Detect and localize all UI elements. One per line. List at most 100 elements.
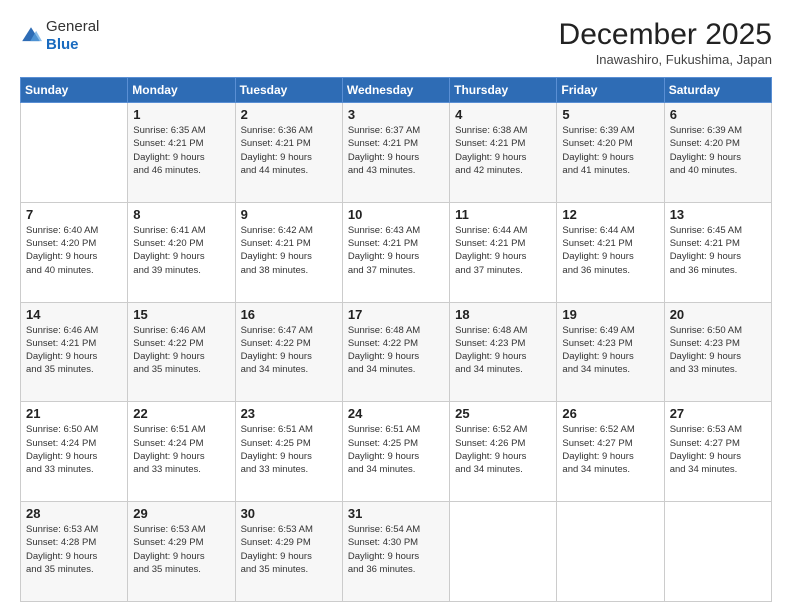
- logo-blue-text: Blue: [46, 36, 79, 53]
- calendar-cell: 7 Sunrise: 6:40 AMSunset: 4:20 PMDaylight…: [21, 202, 128, 302]
- subtitle: Inawashiro, Fukushima, Japan: [559, 52, 772, 67]
- calendar-cell: 16Sunrise: 6:47 AMSunset: 4:22 PMDayligh…: [235, 302, 342, 402]
- calendar-cell: [21, 103, 128, 203]
- calendar-cell: [557, 502, 664, 602]
- logo-general-text: General: [46, 18, 99, 35]
- day-number: 5: [562, 107, 658, 122]
- day-info: Sunrise: 6:38 AMSunset: 4:21 PMDaylight:…: [455, 124, 551, 177]
- day-info: Sunrise: 6:44 AMSunset: 4:21 PMDaylight:…: [562, 224, 658, 277]
- day-number: 12: [562, 207, 658, 222]
- day-info: Sunrise: 6:35 AMSunset: 4:21 PMDaylight:…: [133, 124, 229, 177]
- day-number: 29: [133, 506, 229, 521]
- calendar-cell: 9 Sunrise: 6:42 AMSunset: 4:21 PMDaylight…: [235, 202, 342, 302]
- day-number: 14: [26, 307, 122, 322]
- day-info: Sunrise: 6:37 AMSunset: 4:21 PMDaylight:…: [348, 124, 444, 177]
- calendar-cell: [450, 502, 557, 602]
- day-info: Sunrise: 6:47 AMSunset: 4:22 PMDaylight:…: [241, 324, 337, 377]
- calendar-table: SundayMondayTuesdayWednesdayThursdayFrid…: [20, 77, 772, 602]
- day-number: 17: [348, 307, 444, 322]
- week-row-2: 14 Sunrise: 6:46 AMSunset: 4:21 PMDayligh…: [21, 302, 772, 402]
- calendar-cell: 29Sunrise: 6:53 AMSunset: 4:29 PMDayligh…: [128, 502, 235, 602]
- weekday-header-wednesday: Wednesday: [342, 78, 449, 103]
- day-info: Sunrise: 6:45 AMSunset: 4:21 PMDaylight:…: [670, 224, 766, 277]
- calendar-cell: 30Sunrise: 6:53 AMSunset: 4:29 PMDayligh…: [235, 502, 342, 602]
- calendar-cell: 10 Sunrise: 6:43 AMSunset: 4:21 PMDayligh…: [342, 202, 449, 302]
- day-number: 19: [562, 307, 658, 322]
- day-info: Sunrise: 6:53 AMSunset: 4:29 PMDaylight:…: [241, 523, 337, 576]
- day-info: Sunrise: 6:51 AMSunset: 4:25 PMDaylight:…: [348, 423, 444, 476]
- calendar-cell: 19Sunrise: 6:49 AMSunset: 4:23 PMDayligh…: [557, 302, 664, 402]
- logo: General Blue: [20, 18, 99, 54]
- weekday-header-tuesday: Tuesday: [235, 78, 342, 103]
- day-info: Sunrise: 6:50 AMSunset: 4:23 PMDaylight:…: [670, 324, 766, 377]
- calendar-cell: 25 Sunrise: 6:52 AMSunset: 4:26 PMDayligh…: [450, 402, 557, 502]
- day-info: Sunrise: 6:53 AMSunset: 4:28 PMDaylight:…: [26, 523, 122, 576]
- day-number: 4: [455, 107, 551, 122]
- day-info: Sunrise: 6:50 AMSunset: 4:24 PMDaylight:…: [26, 423, 122, 476]
- day-info: Sunrise: 6:54 AMSunset: 4:30 PMDaylight:…: [348, 523, 444, 576]
- day-number: 9: [241, 207, 337, 222]
- calendar-cell: 23Sunrise: 6:51 AMSunset: 4:25 PMDayligh…: [235, 402, 342, 502]
- day-number: 21: [26, 406, 122, 421]
- calendar-cell: 3 Sunrise: 6:37 AMSunset: 4:21 PMDaylight…: [342, 103, 449, 203]
- day-info: Sunrise: 6:42 AMSunset: 4:21 PMDaylight:…: [241, 224, 337, 277]
- calendar-cell: 4 Sunrise: 6:38 AMSunset: 4:21 PMDaylight…: [450, 103, 557, 203]
- calendar-cell: 15Sunrise: 6:46 AMSunset: 4:22 PMDayligh…: [128, 302, 235, 402]
- day-info: Sunrise: 6:53 AMSunset: 4:27 PMDaylight:…: [670, 423, 766, 476]
- day-number: 13: [670, 207, 766, 222]
- calendar-cell: 28Sunrise: 6:53 AMSunset: 4:28 PMDayligh…: [21, 502, 128, 602]
- calendar-cell: 26 Sunrise: 6:52 AMSunset: 4:27 PMDayligh…: [557, 402, 664, 502]
- calendar-cell: 21 Sunrise: 6:50 AMSunset: 4:24 PMDayligh…: [21, 402, 128, 502]
- week-row-4: 28Sunrise: 6:53 AMSunset: 4:28 PMDayligh…: [21, 502, 772, 602]
- week-row-3: 21 Sunrise: 6:50 AMSunset: 4:24 PMDayligh…: [21, 402, 772, 502]
- day-info: Sunrise: 6:41 AMSunset: 4:20 PMDaylight:…: [133, 224, 229, 277]
- week-row-1: 7 Sunrise: 6:40 AMSunset: 4:20 PMDaylight…: [21, 202, 772, 302]
- day-number: 10: [348, 207, 444, 222]
- day-info: Sunrise: 6:46 AMSunset: 4:21 PMDaylight:…: [26, 324, 122, 377]
- calendar-cell: 2 Sunrise: 6:36 AMSunset: 4:21 PMDaylight…: [235, 103, 342, 203]
- header: General Blue December 2025 Inawashiro, F…: [20, 18, 772, 67]
- day-info: Sunrise: 6:44 AMSunset: 4:21 PMDaylight:…: [455, 224, 551, 277]
- day-number: 3: [348, 107, 444, 122]
- calendar-cell: 13 Sunrise: 6:45 AMSunset: 4:21 PMDayligh…: [664, 202, 771, 302]
- calendar-cell: 11 Sunrise: 6:44 AMSunset: 4:21 PMDayligh…: [450, 202, 557, 302]
- day-info: Sunrise: 6:39 AMSunset: 4:20 PMDaylight:…: [670, 124, 766, 177]
- day-info: Sunrise: 6:52 AMSunset: 4:26 PMDaylight:…: [455, 423, 551, 476]
- day-number: 18: [455, 307, 551, 322]
- day-number: 31: [348, 506, 444, 521]
- day-number: 8: [133, 207, 229, 222]
- day-number: 23: [241, 406, 337, 421]
- day-info: Sunrise: 6:40 AMSunset: 4:20 PMDaylight:…: [26, 224, 122, 277]
- day-number: 26: [562, 406, 658, 421]
- day-number: 2: [241, 107, 337, 122]
- calendar-cell: 24 Sunrise: 6:51 AMSunset: 4:25 PMDayligh…: [342, 402, 449, 502]
- day-number: 11: [455, 207, 551, 222]
- weekday-header-sunday: Sunday: [21, 78, 128, 103]
- day-info: Sunrise: 6:48 AMSunset: 4:22 PMDaylight:…: [348, 324, 444, 377]
- calendar-cell: 20 Sunrise: 6:50 AMSunset: 4:23 PMDayligh…: [664, 302, 771, 402]
- weekday-header-friday: Friday: [557, 78, 664, 103]
- day-number: 25: [455, 406, 551, 421]
- calendar-cell: 22Sunrise: 6:51 AMSunset: 4:24 PMDayligh…: [128, 402, 235, 502]
- day-number: 7: [26, 207, 122, 222]
- day-info: Sunrise: 6:48 AMSunset: 4:23 PMDaylight:…: [455, 324, 551, 377]
- day-info: Sunrise: 6:43 AMSunset: 4:21 PMDaylight:…: [348, 224, 444, 277]
- day-number: 22: [133, 406, 229, 421]
- weekday-header-thursday: Thursday: [450, 78, 557, 103]
- day-number: 6: [670, 107, 766, 122]
- day-info: Sunrise: 6:36 AMSunset: 4:21 PMDaylight:…: [241, 124, 337, 177]
- day-number: 20: [670, 307, 766, 322]
- calendar-cell: 31 Sunrise: 6:54 AMSunset: 4:30 PMDayligh…: [342, 502, 449, 602]
- day-info: Sunrise: 6:52 AMSunset: 4:27 PMDaylight:…: [562, 423, 658, 476]
- page: General Blue December 2025 Inawashiro, F…: [0, 0, 792, 612]
- logo-icon: [20, 25, 42, 47]
- day-number: 27: [670, 406, 766, 421]
- calendar-cell: 1 Sunrise: 6:35 AMSunset: 4:21 PMDaylight…: [128, 103, 235, 203]
- day-number: 24: [348, 406, 444, 421]
- calendar-cell: 5Sunrise: 6:39 AMSunset: 4:20 PMDaylight…: [557, 103, 664, 203]
- calendar-cell: 18 Sunrise: 6:48 AMSunset: 4:23 PMDayligh…: [450, 302, 557, 402]
- day-number: 1: [133, 107, 229, 122]
- calendar-cell: 8 Sunrise: 6:41 AMSunset: 4:20 PMDaylight…: [128, 202, 235, 302]
- week-row-0: 1 Sunrise: 6:35 AMSunset: 4:21 PMDaylight…: [21, 103, 772, 203]
- day-info: Sunrise: 6:46 AMSunset: 4:22 PMDaylight:…: [133, 324, 229, 377]
